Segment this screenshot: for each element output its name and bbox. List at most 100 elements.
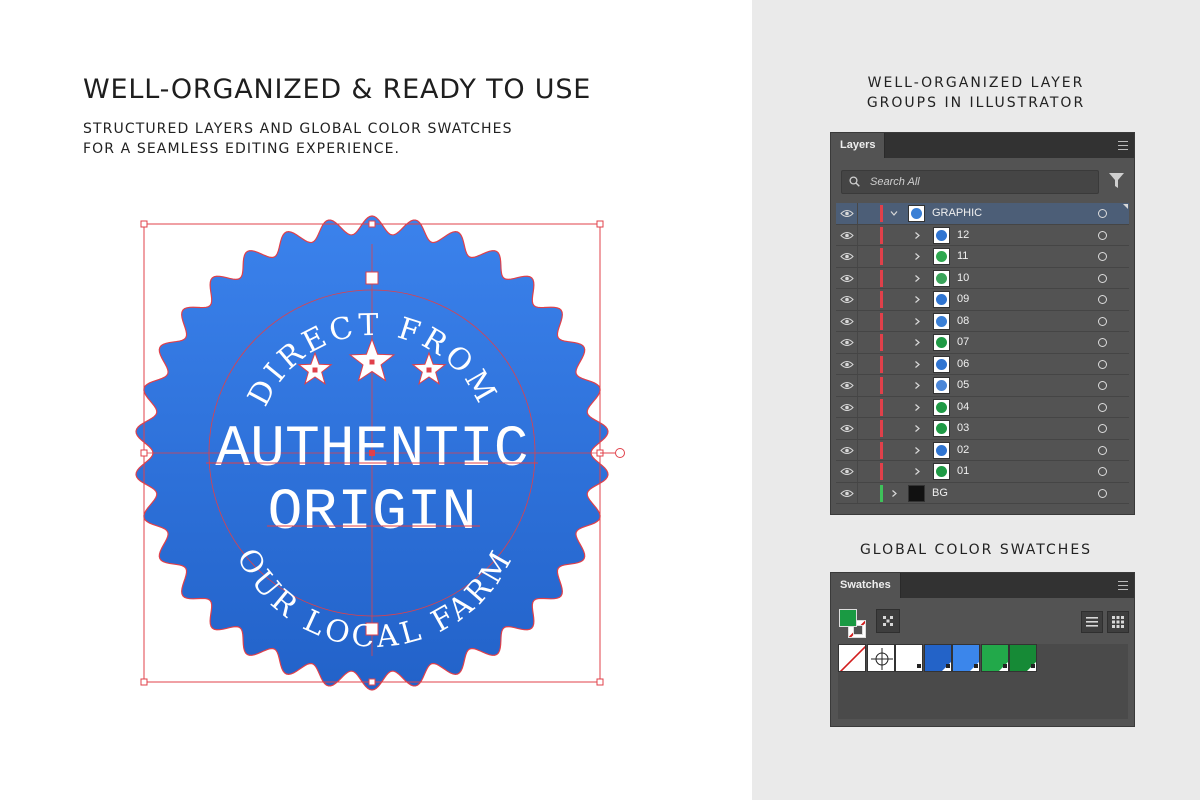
layer-row[interactable]: 04 [836, 396, 1129, 418]
visibility-eye-icon[interactable] [840, 209, 854, 218]
swatch-color[interactable] [952, 644, 980, 672]
visibility-eye-icon[interactable] [840, 424, 854, 433]
layer-row[interactable]: 08 [836, 310, 1129, 332]
panel-menu-icon[interactable] [1118, 581, 1128, 590]
lock-column[interactable] [857, 418, 858, 439]
swatches-panel-header: Swatches [831, 573, 1134, 598]
visibility-eye-icon[interactable] [840, 381, 854, 390]
chevron-down-icon[interactable] [890, 209, 898, 218]
visibility-eye-icon[interactable] [840, 489, 854, 498]
chevron-right-icon[interactable] [913, 231, 921, 240]
fill-swatch[interactable] [839, 609, 857, 627]
target-circle-icon[interactable] [1098, 338, 1107, 347]
layer-row[interactable]: 07 [836, 332, 1129, 354]
chevron-right-icon[interactable] [913, 381, 921, 390]
subtext-line-1: STRUCTURED LAYERS AND GLOBAL COLOR SWATC… [83, 121, 513, 137]
chevron-right-icon[interactable] [913, 295, 921, 304]
chevron-right-icon[interactable] [913, 274, 921, 283]
layers-search-box[interactable] [841, 170, 1099, 194]
badge-artwork[interactable]: DIRECT FROM OUR LOCAL FARM AUTHENTIC ORI… [130, 210, 630, 700]
lock-column[interactable] [857, 203, 858, 224]
lock-column[interactable] [857, 396, 858, 417]
visibility-eye-icon[interactable] [840, 252, 854, 261]
lock-column[interactable] [857, 246, 858, 267]
target-circle-icon[interactable] [1098, 316, 1107, 326]
layer-row[interactable]: 01 [836, 461, 1129, 483]
target-circle-icon[interactable] [1098, 295, 1107, 304]
chevron-right-icon[interactable] [913, 424, 921, 433]
swatch-registration[interactable] [866, 644, 895, 672]
selection-indicator [1123, 204, 1128, 209]
visibility-eye-icon[interactable] [840, 403, 854, 412]
chevron-right-icon[interactable] [913, 317, 921, 326]
layer-thumbnail [933, 334, 950, 351]
layers-tab[interactable]: Layers [831, 133, 886, 158]
chevron-right-icon[interactable] [913, 252, 921, 261]
visibility-eye-icon[interactable] [840, 338, 854, 347]
target-circle-icon[interactable] [1098, 273, 1107, 283]
target-circle-icon[interactable] [1098, 252, 1107, 261]
swatch-color[interactable] [923, 644, 952, 672]
filter-icon[interactable] [1109, 173, 1124, 189]
visibility-eye-icon[interactable] [840, 274, 854, 283]
target-circle-icon[interactable] [1098, 488, 1107, 498]
lock-column[interactable] [857, 353, 858, 374]
target-circle-icon[interactable] [1098, 230, 1107, 240]
layer-row[interactable]: 03 [836, 418, 1129, 440]
visibility-eye-icon[interactable] [840, 446, 854, 455]
lock-column[interactable] [857, 332, 858, 353]
swatch-color[interactable] [980, 644, 1009, 672]
layer-row[interactable]: 11 [836, 246, 1129, 268]
list-view-icon[interactable] [1081, 611, 1103, 633]
layers-search-input[interactable] [870, 171, 1090, 193]
lock-column[interactable] [857, 482, 858, 503]
lock-column[interactable] [857, 375, 858, 396]
layer-row[interactable]: 06 [836, 353, 1129, 375]
layer-row[interactable]: BG [836, 482, 1129, 504]
swatch-grid [838, 644, 1128, 719]
target-circle-icon[interactable] [1098, 445, 1107, 455]
target-circle-icon[interactable] [1098, 402, 1107, 412]
lock-column[interactable] [857, 439, 858, 460]
lock-column[interactable] [857, 289, 858, 310]
lock-column[interactable] [857, 310, 858, 331]
target-circle-icon[interactable] [1098, 381, 1107, 390]
visibility-eye-icon[interactable] [840, 360, 854, 369]
lock-column[interactable] [857, 267, 858, 288]
layer-row[interactable]: 10 [836, 267, 1129, 289]
rotate-handle[interactable] [615, 448, 625, 458]
lock-column[interactable] [857, 224, 858, 245]
layer-row[interactable]: 05 [836, 375, 1129, 397]
layer-thumbnail [933, 355, 950, 373]
chevron-right-icon[interactable] [913, 360, 921, 369]
visibility-eye-icon[interactable] [840, 231, 854, 240]
swatch-color[interactable] [895, 644, 923, 672]
lock-column[interactable] [857, 461, 858, 482]
layer-row[interactable]: GRAPHIC [836, 203, 1129, 225]
target-circle-icon[interactable] [1098, 467, 1107, 476]
fill-stroke-indicator[interactable] [839, 609, 869, 639]
swatches-tab[interactable]: Swatches [831, 573, 901, 598]
swatch-kind-icon[interactable] [876, 609, 900, 633]
swatch-none[interactable] [838, 644, 866, 672]
target-circle-icon[interactable] [1098, 424, 1107, 433]
target-circle-icon[interactable] [1098, 209, 1107, 218]
chevron-right-icon[interactable] [890, 489, 898, 498]
grid-view-icon[interactable] [1107, 611, 1129, 633]
swatch-color[interactable] [1009, 644, 1037, 672]
chevron-right-icon[interactable] [913, 403, 921, 412]
layer-color-bar [880, 463, 883, 480]
visibility-eye-icon[interactable] [840, 295, 854, 304]
target-circle-icon[interactable] [1098, 359, 1107, 369]
layer-row[interactable]: 12 [836, 224, 1129, 246]
layer-row[interactable]: 09 [836, 289, 1129, 311]
visibility-eye-icon[interactable] [840, 317, 854, 326]
panel-menu-icon[interactable] [1118, 141, 1128, 150]
chevron-right-icon[interactable] [913, 446, 921, 455]
layer-row[interactable]: 02 [836, 439, 1129, 461]
layer-color-bar [880, 441, 883, 459]
visibility-eye-icon[interactable] [840, 467, 854, 476]
chevron-right-icon[interactable] [913, 467, 921, 476]
chevron-right-icon[interactable] [913, 338, 921, 347]
layer-name: BG [932, 486, 948, 499]
